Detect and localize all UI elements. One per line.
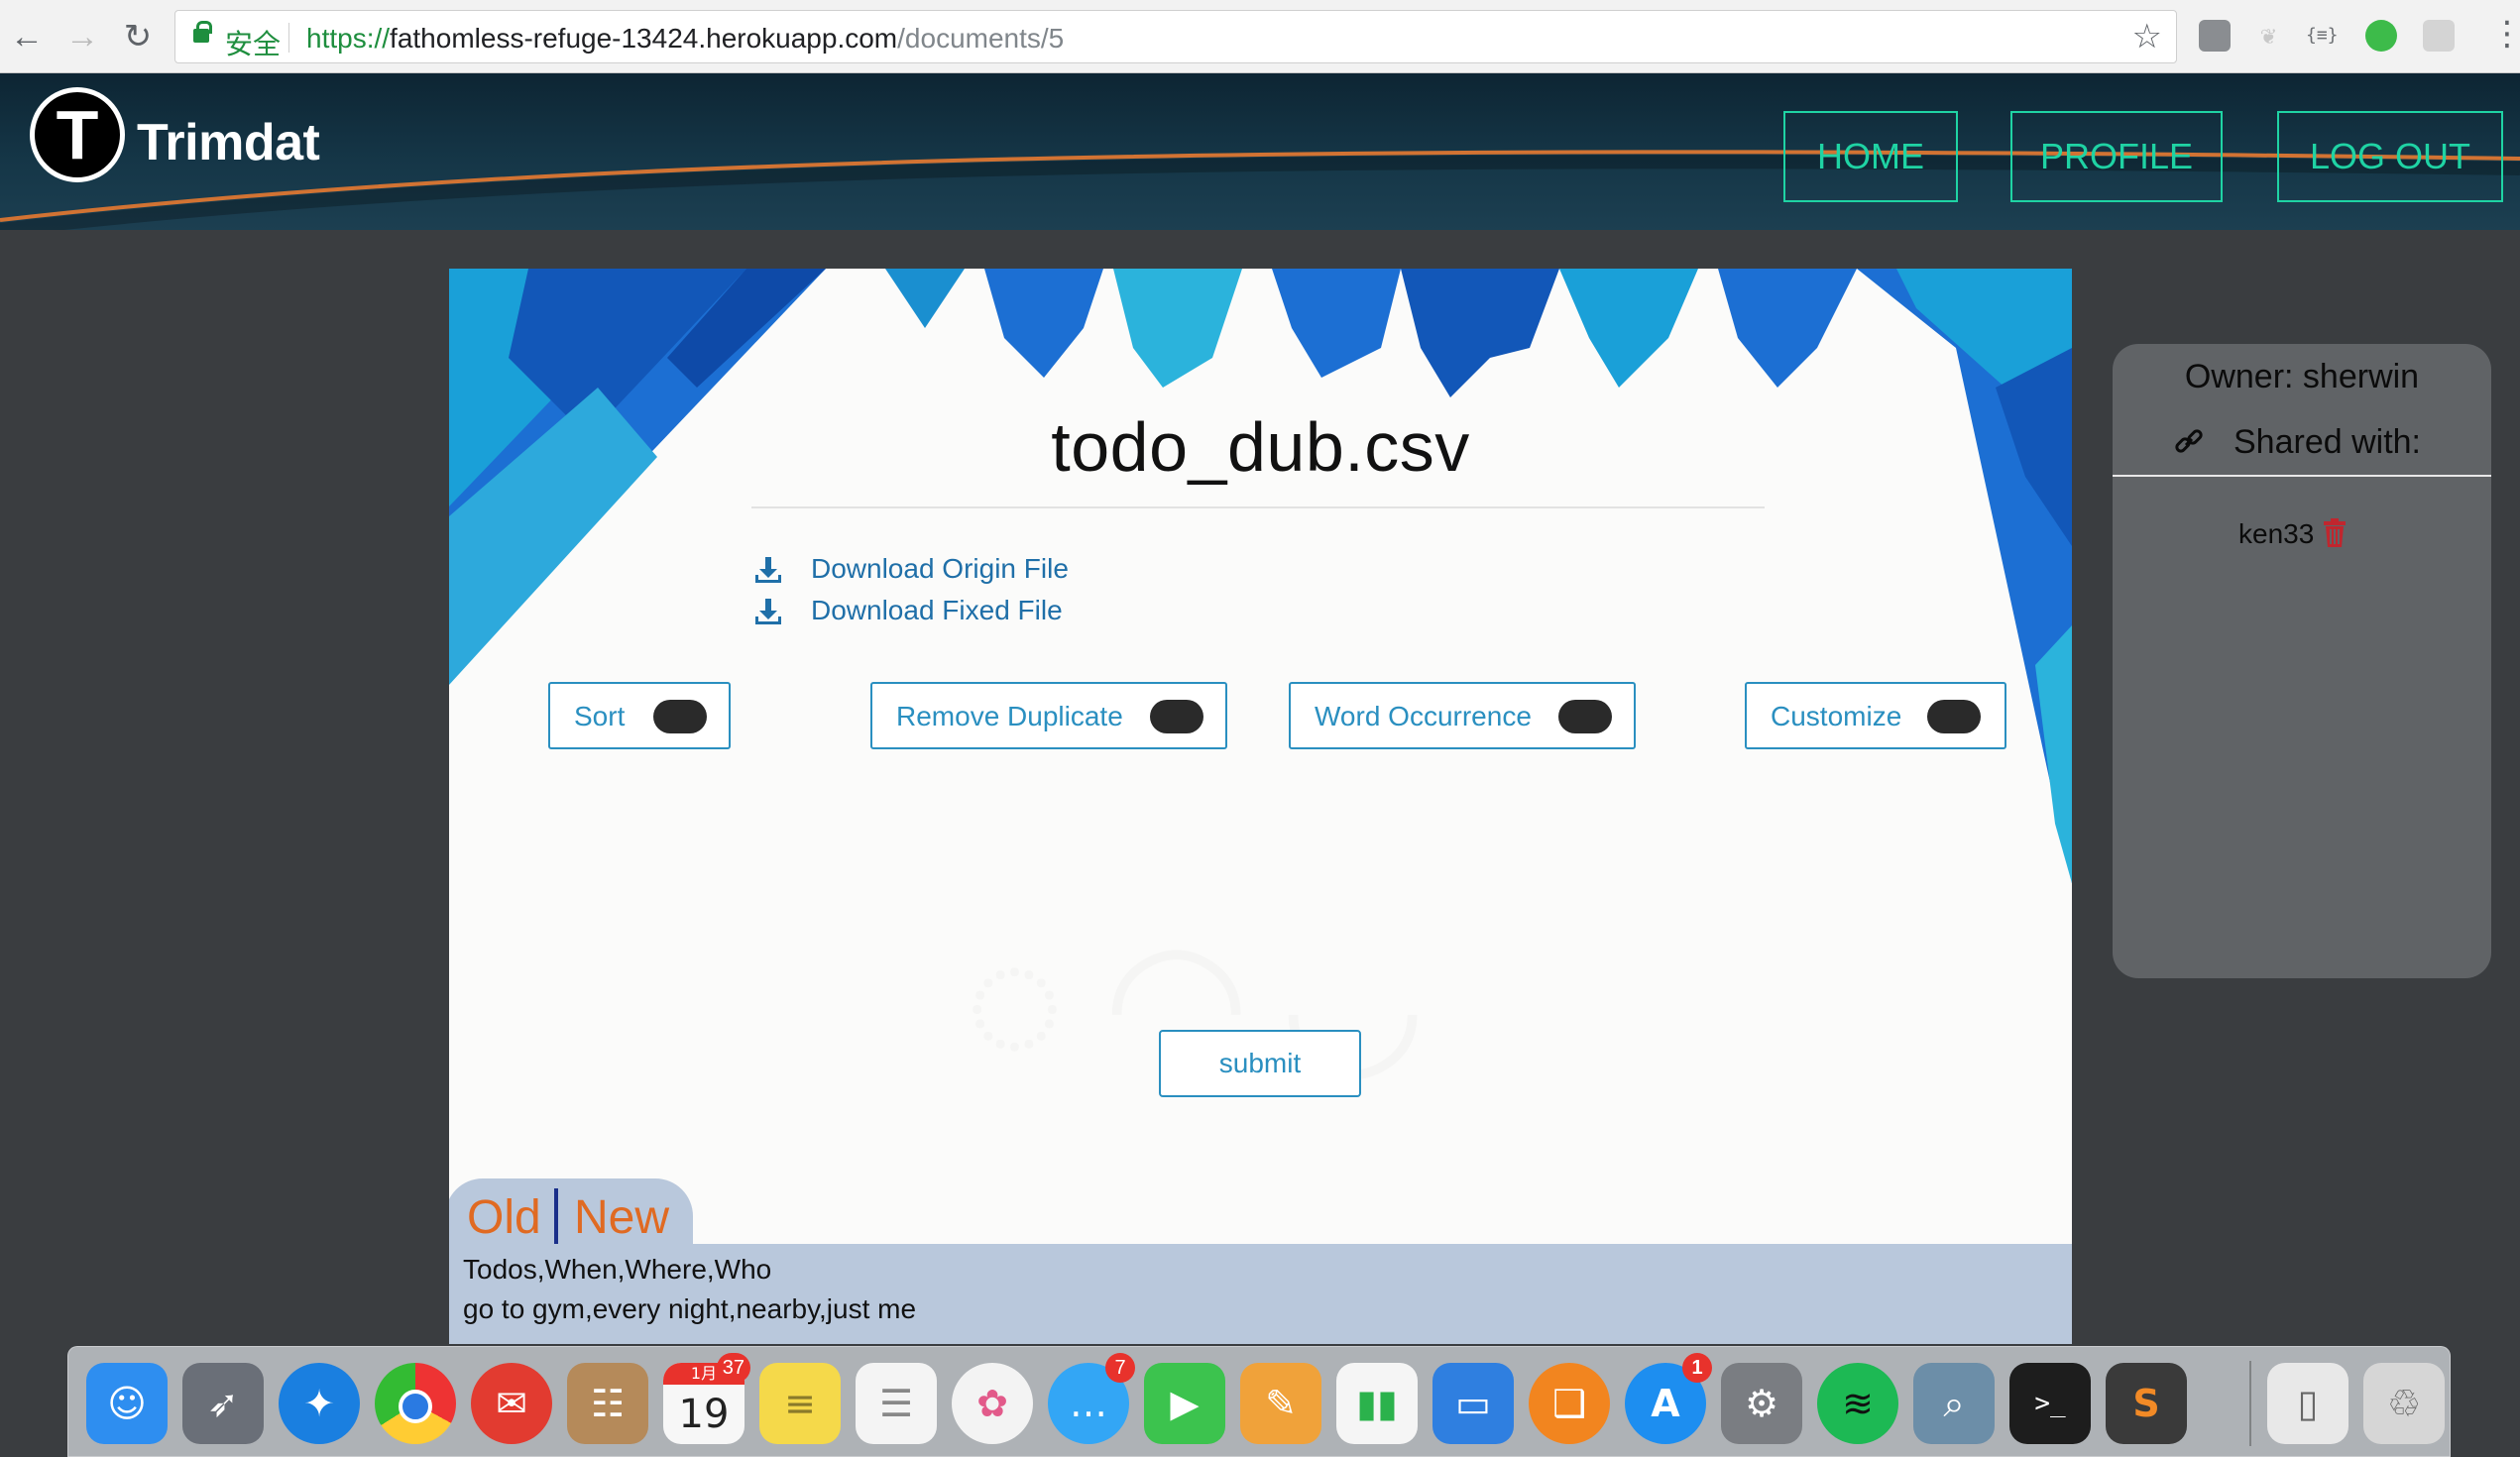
trash-bin-icon[interactable]: ♲ xyxy=(2363,1363,2445,1444)
chrome-icon[interactable] xyxy=(375,1363,456,1444)
url-host: fathomless-refuge-13424.herokuapp.com xyxy=(390,23,898,54)
trimdat-logo-icon[interactable]: T xyxy=(30,87,125,182)
nav-logout-button[interactable]: LOG OUT xyxy=(2277,111,2503,202)
extension-square-icon[interactable] xyxy=(2199,20,2231,52)
reminders-icon[interactable]: ☰ xyxy=(856,1363,937,1444)
csv-line: Todos,When,Where,Who xyxy=(463,1254,772,1285)
app-store-icon[interactable]: A 1 xyxy=(1625,1353,1712,1444)
url-text[interactable]: https://fathomless-refuge-13424.herokuap… xyxy=(306,23,1064,55)
shared-with-label: Shared with: xyxy=(2234,423,2421,461)
calendar-badge: 37 xyxy=(716,1353,750,1383)
ibooks-icon[interactable]: ❑ xyxy=(1529,1363,1610,1444)
finder-icon[interactable]: ☺ xyxy=(86,1363,168,1444)
link-icon xyxy=(2175,429,2203,453)
calendar-icon[interactable]: 1月 19 37 xyxy=(663,1353,750,1444)
macos-dock: ☺ ➶ ✦ ✉ ☷ 1月 19 37 ≡ ☰ ✿ … 7 ▶ ✎ ▮▮ ▭ ❑ … xyxy=(67,1346,2451,1457)
bookmark-star-icon[interactable]: ☆ xyxy=(2132,17,2162,56)
sharing-divider xyxy=(2113,475,2491,477)
reload-icon[interactable]: ↻ xyxy=(115,14,161,59)
browser-toolbar: ← → ↻ 安全 https://fathomless-refuge-13424… xyxy=(0,0,2520,73)
tab-divider xyxy=(554,1188,558,1244)
calendar-day: 19 xyxy=(678,1392,730,1437)
numbers-icon[interactable]: ▮▮ xyxy=(1336,1363,1418,1444)
csv-preview: Todos,When,Where,Who go to gym,every nig… xyxy=(449,1244,2072,1344)
terminal-icon[interactable]: >_ xyxy=(2009,1363,2091,1444)
brand-name[interactable]: Trimdat xyxy=(137,113,320,172)
keynote-icon[interactable]: ▭ xyxy=(1432,1363,1514,1444)
sort-toggle[interactable] xyxy=(653,700,707,733)
messages-badge: 7 xyxy=(1105,1353,1135,1383)
address-bar-separator xyxy=(288,23,289,53)
url-path: /documents/5 xyxy=(897,23,1065,54)
react-devtools-icon[interactable] xyxy=(2423,20,2455,52)
trash-icon[interactable] xyxy=(2323,518,2347,548)
download-icon xyxy=(755,557,781,583)
messages-icon[interactable]: … 7 xyxy=(1048,1353,1135,1444)
dock-separator xyxy=(2249,1361,2251,1446)
nav-profile-button[interactable]: PROFILE xyxy=(2010,111,2223,202)
title-divider xyxy=(751,506,1765,508)
shared-user-name: ken33 xyxy=(2238,518,2315,549)
back-arrow-icon[interactable]: ← xyxy=(4,14,50,59)
download-icon xyxy=(755,599,781,624)
sharing-panel: Owner: sherwin Shared with: ken33 xyxy=(2113,344,2491,978)
remove-duplicate-toggle[interactable] xyxy=(1150,700,1203,733)
json-viewer-icon[interactable]: {≡} xyxy=(2306,20,2339,52)
photos-icon[interactable]: ✿ xyxy=(952,1363,1033,1444)
secure-label: 安全 xyxy=(225,28,282,60)
evernote-icon[interactable] xyxy=(2365,20,2397,52)
extension-feather-icon[interactable]: ❦ xyxy=(2252,20,2284,52)
remove-duplicate-option[interactable]: Remove Duplicate xyxy=(870,682,1227,749)
customize-option[interactable]: Customize xyxy=(1745,682,2006,749)
contacts-icon[interactable]: ☷ xyxy=(567,1363,648,1444)
pages-icon[interactable]: ✎ xyxy=(1240,1363,1321,1444)
sublime-text-icon[interactable]: S xyxy=(2106,1363,2187,1444)
tab-old[interactable]: Old xyxy=(467,1190,541,1245)
address-bar[interactable]: 安全 https://fathomless-refuge-13424.herok… xyxy=(174,10,2177,63)
forward-arrow-icon[interactable]: → xyxy=(59,14,105,59)
customize-label: Customize xyxy=(1771,701,1902,731)
word-occurrence-toggle[interactable] xyxy=(1558,700,1612,733)
remove-duplicate-label: Remove Duplicate xyxy=(896,701,1123,731)
owner-label: Owner: sherwin xyxy=(2184,358,2420,395)
notes-icon[interactable]: ≡ xyxy=(759,1363,841,1444)
customize-toggle[interactable] xyxy=(1927,700,1981,733)
site-header: T Trimdat HOME PROFILE LOG OUT xyxy=(0,73,2520,230)
document-title: todo_dub.csv xyxy=(1051,408,1470,486)
lock-icon xyxy=(193,21,212,43)
old-new-tabs: Old New xyxy=(449,1178,693,1254)
system-preferences-icon[interactable]: ⚙ xyxy=(1721,1363,1802,1444)
document-panel: ◌ ◠ ◡ todo_dub.csv Download Origin File … xyxy=(449,269,2072,1344)
url-scheme: https:// xyxy=(306,23,391,54)
archive-utility-icon[interactable]: ▯ xyxy=(2267,1363,2348,1444)
download-origin-label[interactable]: Download Origin File xyxy=(811,553,1069,585)
sort-label: Sort xyxy=(574,701,626,731)
sort-option[interactable]: Sort xyxy=(548,682,731,749)
facetime-icon[interactable]: ▶ xyxy=(1144,1363,1225,1444)
tab-new[interactable]: New xyxy=(574,1190,669,1245)
spotify-icon[interactable]: ≋ xyxy=(1817,1363,1898,1444)
launchpad-icon[interactable]: ➶ xyxy=(182,1363,264,1444)
app-store-badge: 1 xyxy=(1682,1353,1712,1383)
csv-line: go to gym,every night,nearby,just me xyxy=(463,1293,917,1324)
nav-home-button[interactable]: HOME xyxy=(1783,111,1958,202)
submit-button[interactable]: submit xyxy=(1159,1030,1361,1097)
safari-icon[interactable]: ✦ xyxy=(279,1363,360,1444)
download-fixed-label[interactable]: Download Fixed File xyxy=(811,595,1063,626)
mail-client-icon[interactable]: ✉ xyxy=(471,1363,552,1444)
preview-icon[interactable]: ⌕ xyxy=(1913,1363,1995,1444)
word-occurrence-option[interactable]: Word Occurrence xyxy=(1289,682,1636,749)
word-occurrence-label: Word Occurrence xyxy=(1315,701,1532,731)
chrome-menu-icon[interactable]: ⋮ xyxy=(2490,14,2520,59)
